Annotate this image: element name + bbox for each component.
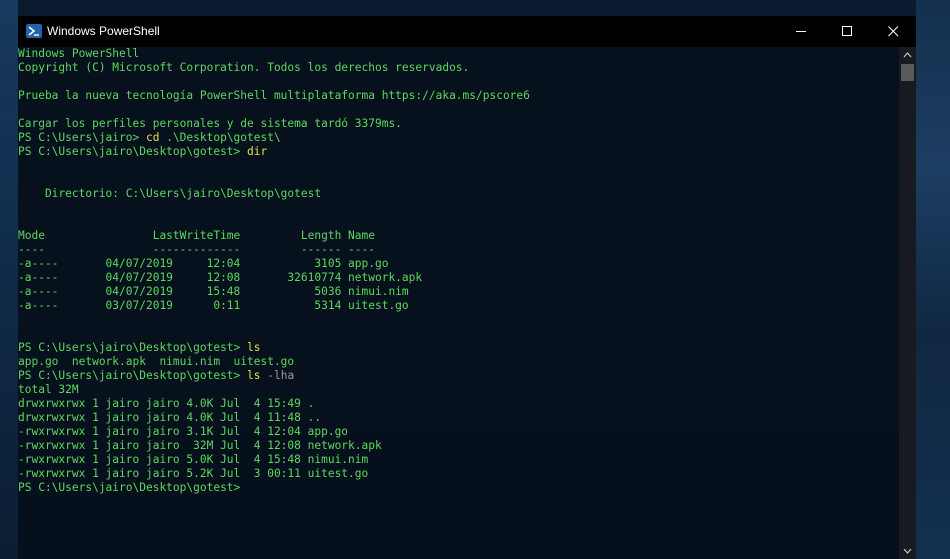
output-text: -a---- 04/07/2019 12:04 3105 app.go [18, 257, 389, 270]
maximize-button[interactable] [824, 16, 870, 47]
output-text: PS C:\Users\jairo\Desktop\gotest> [18, 341, 248, 354]
window-title: Windows PowerShell [47, 24, 160, 38]
console-line: total 32M [18, 383, 79, 397]
desktop-wallpaper-right [916, 0, 950, 559]
console-line: Directorio: C:\Users\jairo\Desktop\gotes… [18, 187, 321, 201]
console-line: PS C:\Users\jairo> cd .\Desktop\gotest\ [18, 131, 281, 145]
console-line: -rwxrwxrwx 1 jairo jairo 32M Jul 4 12:08… [18, 439, 382, 453]
output-text: .\Desktop\gotest\ [159, 131, 281, 144]
output-text: ---- ------------- ------ ---- [18, 243, 375, 256]
close-icon [888, 26, 899, 37]
console-line: PS C:\Users\jairo\Desktop\gotest> ls -lh… [18, 369, 294, 383]
chevron-down-icon [903, 548, 912, 554]
console-line: PS C:\Users\jairo\Desktop\gotest> dir [18, 145, 267, 159]
output-text: Copyright (C) Microsoft Corporation. Tod… [18, 61, 470, 74]
console-line: Windows PowerShell [18, 47, 139, 61]
output-text: Mode LastWriteTime Length Name [18, 229, 375, 242]
output-text: -rwxrwxrwx 1 jairo jairo 32M Jul 4 12:08… [18, 439, 382, 452]
minimize-button[interactable] [778, 16, 824, 47]
output-text: Prueba la nueva tecnología PowerShell mu… [18, 89, 530, 102]
output-text: total 32M [18, 383, 79, 396]
command-text: ls [247, 369, 261, 382]
output-text: app.go network.apk nimui.nim uitest.go [18, 355, 295, 368]
console-line: app.go network.apk nimui.nim uitest.go [18, 355, 294, 369]
console-line: -a---- 04/07/2019 15:48 5036 nimui.nim [18, 285, 409, 299]
argument-text: -lha [260, 369, 295, 382]
command-text: cd [145, 131, 160, 144]
output-text: Directorio: C:\Users\jairo\Desktop\gotes… [18, 187, 322, 200]
output-text: PS C:\Users\jairo\Desktop\gotest> [18, 369, 248, 382]
console-line: -rwxrwxrwx 1 jairo jairo 5.2K Jul 3 00:1… [18, 467, 368, 481]
output-text: -rwxrwxrwx 1 jairo jairo 3.1K Jul 4 12:0… [18, 425, 349, 438]
output-text: -a---- 04/07/2019 12:08 32610774 network… [18, 271, 423, 284]
console-line: ---- ------------- ------ ---- [18, 243, 375, 257]
output-text: PS C:\Users\jairo\Desktop\gotest> [18, 481, 248, 494]
console-line: -a---- 03/07/2019 0:11 5314 uitest.go [18, 299, 409, 313]
minimize-icon [796, 31, 806, 32]
console-line: PS C:\Users\jairo\Desktop\gotest> ls [18, 341, 261, 355]
chevron-up-icon [903, 52, 912, 58]
vertical-scrollbar[interactable] [899, 47, 916, 559]
output-text: Windows PowerShell [18, 47, 140, 60]
powershell-icon [26, 24, 42, 38]
console-line: Prueba la nueva tecnología PowerShell mu… [18, 89, 530, 103]
console-line: Cargar los perfiles personales y de sist… [18, 117, 402, 131]
output-text: -rwxrwxrwx 1 jairo jairo 5.0K Jul 4 15:4… [18, 453, 369, 466]
title-bar[interactable]: Windows PowerShell [18, 16, 916, 47]
console-line: -a---- 04/07/2019 12:08 32610774 network… [18, 271, 422, 285]
output-text: drwxrwxrwx 1 jairo jairo 4.0K Jul 4 15:4… [18, 397, 315, 410]
desktop-wallpaper-left [0, 0, 18, 559]
output-text: drwxrwxrwx 1 jairo jairo 4.0K Jul 4 11:4… [18, 411, 322, 424]
maximize-icon [842, 26, 852, 36]
console-output[interactable]: Windows PowerShell Copyright (C) Microsof… [18, 47, 899, 559]
output-text: -rwxrwxrwx 1 jairo jairo 5.2K Jul 3 00:1… [18, 467, 369, 480]
output-text: PS C:\Users\jairo> [18, 131, 146, 144]
console-line: Copyright (C) Microsoft Corporation. Tod… [18, 61, 469, 75]
console-line: PS C:\Users\jairo\Desktop\gotest> [18, 481, 247, 495]
scroll-down-button[interactable] [899, 543, 916, 559]
output-text: Cargar los perfiles personales y de sist… [18, 117, 402, 130]
console-line: -rwxrwxrwx 1 jairo jairo 3.1K Jul 4 12:0… [18, 425, 348, 439]
console-line: Mode LastWriteTime Length Name [18, 229, 375, 243]
powershell-window: Windows PowerShell Windows PowerShell Cop… [18, 16, 916, 559]
scroll-thumb[interactable] [901, 64, 914, 81]
output-text: -a---- 03/07/2019 0:11 5314 uitest.go [18, 299, 409, 312]
console-line: drwxrwxrwx 1 jairo jairo 4.0K Jul 4 15:4… [18, 397, 314, 411]
scroll-up-button[interactable] [899, 47, 916, 63]
command-text: dir [247, 145, 268, 158]
output-text: PS C:\Users\jairo\Desktop\gotest> [18, 145, 248, 158]
console-line: -a---- 04/07/2019 12:04 3105 app.go [18, 257, 388, 271]
console-line: -rwxrwxrwx 1 jairo jairo 5.0K Jul 4 15:4… [18, 453, 368, 467]
close-button[interactable] [870, 16, 916, 47]
console-line: drwxrwxrwx 1 jairo jairo 4.0K Jul 4 11:4… [18, 411, 321, 425]
command-text: ls [247, 341, 261, 354]
output-text: -a---- 04/07/2019 15:48 5036 nimui.nim [18, 285, 409, 298]
